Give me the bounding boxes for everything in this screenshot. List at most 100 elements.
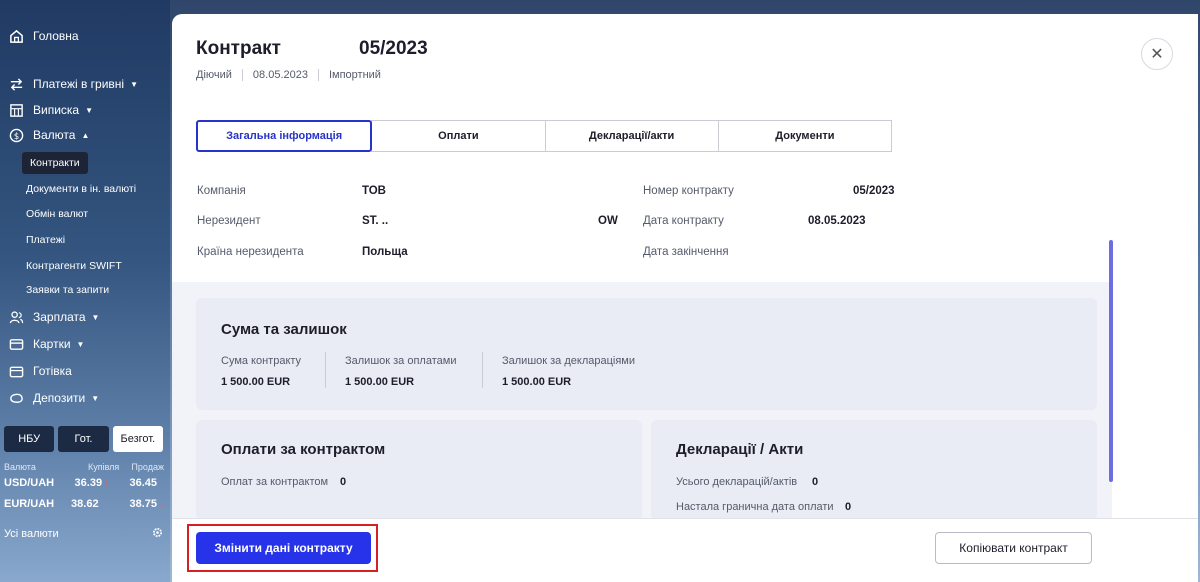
sidebar-item-label: Платежі в гривні	[33, 77, 125, 91]
declarations-balance-label: Залишок за деклараціями	[502, 355, 636, 367]
rate-row-eur: EUR/UAH 38.62 38.75 ↓	[4, 498, 164, 510]
page-title: Контракт	[196, 38, 281, 59]
rate-row-usd: USD/UAH 36.39 ↓ 36.45 ↓	[4, 477, 164, 489]
exchange-rate-tabs: НБУ Гот. Безгот.	[4, 426, 163, 452]
svg-text:$: $	[13, 130, 18, 140]
sidebar-subitem-contracts[interactable]: Контракти	[22, 152, 88, 174]
rate-tab-nbu[interactable]: НБУ	[4, 426, 55, 452]
arrow-down-icon: ↓	[104, 478, 110, 489]
close-button[interactable]: ✕	[1141, 38, 1173, 70]
sidebar-item-uah-payments[interactable]: Платежі в гривні ▼	[8, 76, 138, 92]
declarations-card-title: Декларації / Акти	[676, 441, 804, 458]
copy-contract-button[interactable]: Копіювати контракт	[935, 532, 1092, 564]
nonresident-value-suffix: OW	[598, 215, 618, 227]
divider	[317, 69, 319, 81]
chevron-down-icon: ▼	[85, 105, 94, 115]
contract-date-label: Дата контракту	[643, 215, 724, 227]
sidebar-item-cards[interactable]: Картки ▼	[8, 336, 84, 352]
sidebar-item-label: Картки	[33, 337, 71, 351]
scrollbar[interactable]	[1109, 240, 1113, 482]
contract-tabs: Загальна інформація Оплати Декларації/ак…	[196, 120, 892, 152]
sidebar-item-label: Валюта	[33, 128, 76, 142]
tab-payments[interactable]: Оплати	[371, 120, 546, 152]
contract-number-title: 05/2023	[359, 38, 428, 59]
sidebar-item-currency[interactable]: $ Валюта ▲	[8, 127, 89, 143]
contract-number-value: 05/2023	[853, 185, 895, 197]
statement-icon	[8, 102, 24, 118]
arrow-down-icon: ↓	[159, 478, 164, 489]
sidebar-item-home[interactable]: Головна	[8, 28, 79, 44]
close-icon: ✕	[1150, 46, 1164, 63]
rate-tab-cash[interactable]: Гот.	[58, 426, 109, 452]
rate-tab-cashless[interactable]: Безгот.	[112, 426, 163, 452]
due-date-label: Настала гранична дата оплати	[676, 501, 834, 513]
declarations-total-label: Усього декларацій/актів	[676, 476, 798, 488]
rates-header-sell: Продаж	[131, 462, 164, 472]
sum-contract-value: 1 500.00 EUR	[221, 376, 291, 388]
rate-sell: 38.75 ↓	[129, 498, 164, 510]
home-icon	[8, 28, 24, 44]
rate-buy: 38.62	[71, 498, 99, 510]
sidebar-subitem-requests[interactable]: Заявки та запити	[26, 284, 109, 296]
sidebar-item-label: Виписка	[33, 103, 80, 117]
declarations-total-value: 0	[812, 476, 819, 488]
company-value: ТОВ	[362, 185, 386, 197]
payments-balance-label: Залишок за оплатами	[345, 355, 457, 367]
sidebar-subitem-swift[interactable]: Контрагенти SWIFT	[26, 260, 122, 272]
sidebar-item-deposits[interactable]: Депозити ▼	[8, 390, 99, 406]
chevron-down-icon: ▼	[91, 312, 100, 322]
sum-card	[196, 298, 1097, 410]
status-badge: Діючий	[196, 69, 232, 81]
sidebar-item-statement[interactable]: Виписка ▼	[8, 102, 93, 118]
piggy-icon	[8, 390, 24, 406]
chevron-up-icon: ▲	[81, 130, 90, 140]
nonresident-label: Нерезидент	[197, 215, 261, 227]
sidebar-item-label: Готівка	[33, 364, 72, 378]
divider	[241, 69, 243, 81]
payments-count-value: 0	[340, 476, 347, 488]
sidebar: Головна Платежі в гривні ▼ Виписка ▼ $ В…	[0, 0, 170, 582]
sidebar-subitem-payments[interactable]: Платежі	[26, 234, 65, 246]
contract-number-label: Номер контракту	[643, 185, 734, 197]
rate-pair: EUR/UAH	[4, 498, 55, 510]
rates-header: Валюта Купівля Продаж	[4, 462, 164, 472]
company-label: Компанія	[197, 185, 246, 197]
tab-general-info[interactable]: Загальна інформація	[196, 120, 373, 152]
contract-type: Імпортний	[328, 69, 381, 81]
contract-date-value: 08.05.2023	[808, 215, 866, 227]
chevron-down-icon: ▼	[91, 393, 100, 403]
people-icon	[8, 309, 24, 325]
country-value: Польща	[362, 246, 408, 258]
transfer-icon	[8, 76, 24, 92]
edit-contract-button[interactable]: Змінити дані контракту	[196, 532, 371, 564]
payments-card-title: Оплати за контрактом	[221, 441, 386, 458]
sidebar-item-cash[interactable]: Готівка	[8, 363, 72, 379]
sidebar-item-label: Зарплата	[33, 310, 86, 324]
currency-icon: $	[8, 127, 24, 143]
chevron-down-icon: ▼	[130, 79, 139, 89]
rate-buy: 36.39 ↓	[74, 477, 110, 489]
gear-icon[interactable]	[151, 526, 164, 542]
sidebar-subitem-exchange[interactable]: Обмін валют	[26, 208, 88, 220]
rates-header-currency: Валюта	[4, 462, 36, 472]
card-icon	[8, 336, 24, 352]
divider	[325, 352, 326, 388]
payments-card	[196, 420, 642, 520]
sidebar-item-salary[interactable]: Зарплата ▼	[8, 309, 99, 325]
contract-meta: Діючий 08.05.2023 Імпортний	[196, 69, 381, 81]
sidebar-subitem-foreign-docs[interactable]: Документи в ін. валюті	[26, 183, 136, 195]
country-label: Країна нерезидента	[197, 246, 304, 258]
nonresident-value: ST. ..	[362, 215, 389, 227]
all-currencies-link[interactable]: Усі валюти	[4, 526, 164, 542]
sum-contract-label: Сума контракту	[221, 355, 302, 367]
divider	[482, 352, 483, 388]
rates-header-buy: Купівля	[87, 462, 120, 472]
tab-documents[interactable]: Документи	[717, 120, 892, 152]
sidebar-item-label: Головна	[33, 29, 79, 43]
due-date-value: 0	[845, 501, 852, 513]
payments-count-label: Оплат за контрактом	[221, 476, 329, 488]
wallet-icon	[8, 363, 24, 379]
tab-declarations[interactable]: Декларації/акти	[544, 120, 719, 152]
end-date-label: Дата закінчення	[643, 246, 729, 258]
all-currencies-label: Усі валюти	[4, 528, 59, 540]
